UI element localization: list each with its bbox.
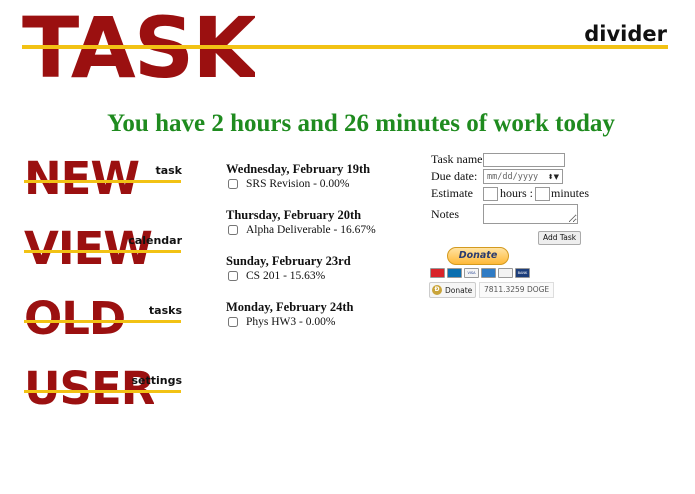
due-date-input[interactable]: mm/dd/yyyy ⬍▼	[483, 169, 563, 184]
day-title: Sunday, February 23rd	[226, 254, 351, 268]
work-summary-headline: You have 2 hours and 26 minutes of work …	[107, 110, 615, 137]
nav-underline	[24, 390, 181, 393]
maestro-icon	[447, 268, 462, 278]
doge-amount-counter: 7811.3259 DOGE	[479, 282, 555, 298]
due-date-row: Due date: mm/dd/yyyy ⬍▼	[431, 169, 563, 184]
date-spinner-icon[interactable]: ⬍▼	[548, 171, 559, 183]
notes-label: Notes	[431, 206, 459, 221]
nav-user-settings[interactable]: USER settings	[24, 364, 184, 414]
task-label: Phys HW3 - 0.00%	[246, 316, 336, 328]
visa-icon: VISA	[464, 268, 479, 278]
nav-underline	[24, 250, 181, 253]
task-label: SRS Revision - 0.00%	[246, 178, 350, 190]
app-logo-subtext: divider	[584, 22, 667, 46]
nav-old-tasks-small: tasks	[148, 304, 182, 317]
day-title: Wednesday, February 19th	[226, 162, 371, 176]
minutes-label: minutes	[551, 186, 589, 200]
nav-view-calendar-big: VIEW	[24, 224, 152, 270]
nav-new-task[interactable]: NEW task	[24, 154, 184, 204]
task-checkbox[interactable]	[228, 225, 238, 235]
amex-icon	[481, 268, 496, 278]
notes-textarea[interactable]	[483, 204, 578, 224]
task-checkbox[interactable]	[228, 179, 238, 189]
payment-cards: VISA BANK	[430, 268, 530, 278]
nav-old-tasks-big: OLD	[24, 294, 126, 340]
task-checkbox[interactable]	[228, 317, 238, 327]
nav-new-task-small: task	[155, 164, 182, 177]
nav-underline	[24, 180, 181, 183]
estimate-row: Estimate hours : minutes	[431, 186, 589, 201]
task-name-label: Task name:	[431, 152, 486, 166]
dogecoin-icon: Ð	[432, 285, 442, 295]
estimate-label: Estimate	[431, 186, 473, 200]
nav-old-tasks[interactable]: OLD tasks	[24, 294, 184, 344]
paypal-donate-button[interactable]: Donate	[447, 247, 509, 265]
estimate-hours-input[interactable]	[483, 186, 498, 201]
discover-icon	[498, 268, 513, 278]
task-item: CS 201 - 15.63%	[226, 269, 416, 283]
task-item: SRS Revision - 0.00%	[226, 177, 416, 191]
due-date-placeholder: mm/dd/yyyy	[487, 171, 539, 182]
nav-view-calendar[interactable]: VIEW calendar	[24, 224, 184, 274]
task-label: CS 201 - 15.63%	[246, 270, 326, 282]
doge-donate-label: Donate	[445, 285, 473, 295]
add-task-button[interactable]: Add Task	[538, 231, 582, 245]
due-date-label: Due date:	[431, 169, 478, 183]
task-name-row: Task name:	[431, 152, 565, 167]
mastercard-icon	[430, 268, 445, 278]
nav-new-task-big: NEW	[24, 154, 140, 200]
nav-view-calendar-small: calendar	[128, 234, 182, 247]
day-title: Monday, February 24th	[226, 300, 354, 314]
day-group: Monday, February 24th Phys HW3 - 0.00%	[226, 300, 416, 329]
nav-user-settings-big: USER	[24, 364, 155, 410]
task-item: Phys HW3 - 0.00%	[226, 315, 416, 329]
task-list: Wednesday, February 19th SRS Revision - …	[226, 162, 416, 346]
day-group: Sunday, February 23rd CS 201 - 15.63%	[226, 254, 416, 283]
day-group: Wednesday, February 19th SRS Revision - …	[226, 162, 416, 191]
notes-row: Notes	[431, 204, 578, 224]
nav-user-settings-small: settings	[131, 374, 182, 387]
task-item: Alpha Deliverable - 16.67%	[226, 223, 416, 237]
task-label: Alpha Deliverable - 16.67%	[246, 224, 376, 236]
estimate-minutes-input[interactable]	[535, 186, 550, 201]
task-name-input[interactable]	[483, 152, 565, 167]
nav-underline	[24, 320, 181, 323]
bank-icon: BANK	[515, 268, 530, 278]
logo-underline	[22, 45, 668, 49]
task-checkbox[interactable]	[228, 271, 238, 281]
day-title: Thursday, February 20th	[226, 208, 362, 222]
hours-label: hours :	[500, 186, 533, 200]
doge-donate-button[interactable]: Ð Donate	[429, 282, 476, 298]
day-group: Thursday, February 20th Alpha Deliverabl…	[226, 208, 416, 237]
